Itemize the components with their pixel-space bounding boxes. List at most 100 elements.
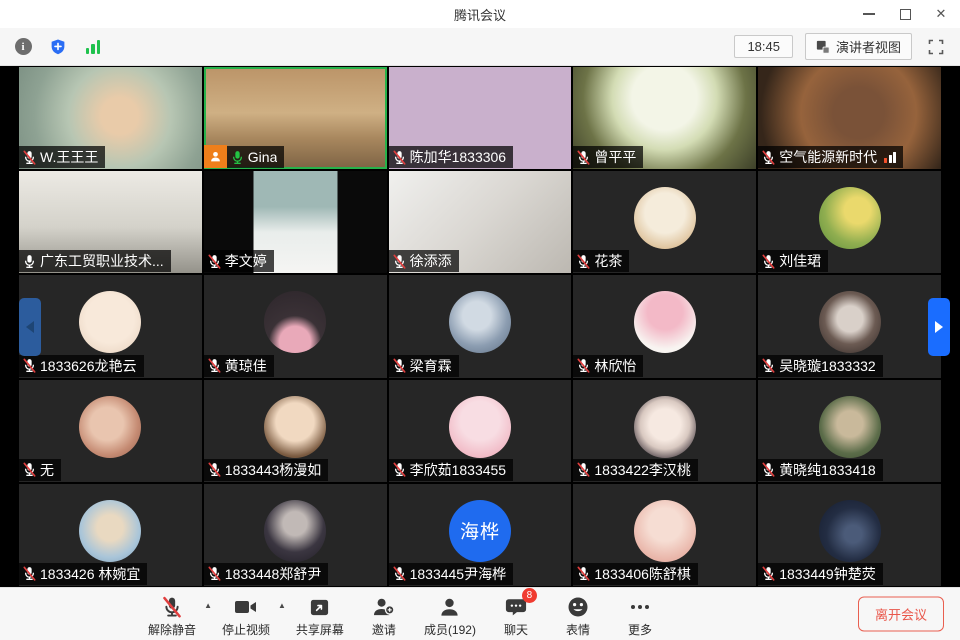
participant-tile[interactable]: 吴晓璇1833332 [758, 275, 941, 377]
speaker-view-label: 演讲者视图 [836, 37, 901, 56]
mic-muted-icon [761, 254, 776, 269]
participant-name: 花茶 [594, 251, 622, 271]
participant-tile[interactable]: 李文婷 [204, 171, 387, 273]
participant-name-label: 黄琼佳 [204, 355, 274, 377]
participant-tile[interactable]: 1833406陈舒棋 [573, 484, 756, 586]
mic-muted-icon [392, 254, 407, 269]
participant-name: 无 [40, 460, 54, 480]
meeting-duration: 18:45 [734, 35, 793, 58]
participant-avatar [264, 291, 326, 353]
participant-tile[interactable]: 1833449钟楚荧 [758, 484, 941, 586]
fullscreen-icon [928, 39, 944, 55]
info-icon: i [15, 38, 32, 55]
participant-tile[interactable]: 李欣茹1833455 [389, 380, 572, 482]
participant-name: 1833448郑舒尹 [225, 564, 322, 584]
participant-tile[interactable]: 空气能源新时代 [758, 67, 941, 169]
participant-tile[interactable]: 1833448郑舒尹 [204, 484, 387, 586]
participant-tile[interactable]: Gina [204, 67, 387, 169]
participant-name: 1833426 林婉宜 [40, 564, 140, 584]
participant-tile[interactable]: 黄晓纯1833418 [758, 380, 941, 482]
emoji-button[interactable]: 表情 [556, 595, 600, 638]
participant-tile[interactable]: 林欣怡 [573, 275, 756, 377]
participant-name-label: 徐添添 [389, 250, 459, 272]
mic-muted-icon [207, 254, 222, 269]
close-icon: ✕ [936, 6, 947, 22]
participant-name: W.王王王 [40, 147, 98, 167]
participant-name: 刘佳珺 [779, 251, 821, 271]
participant-name: 陈加华1833306 [410, 147, 507, 167]
chat-button[interactable]: 8聊天 [494, 595, 538, 638]
participant-name-label: 1833406陈舒棋 [573, 563, 698, 585]
mic-muted-icon [22, 150, 37, 165]
participant-tile[interactable]: 1833443杨漫如 [204, 380, 387, 482]
mic-muted-icon [392, 150, 407, 165]
participant-name-label: 刘佳珺 [758, 250, 828, 272]
person-icon [439, 595, 460, 619]
participant-tile[interactable]: W.王王王 [19, 67, 202, 169]
chevron-left-icon [26, 321, 34, 333]
participant-name: 徐添添 [410, 251, 452, 271]
leave-meeting-button[interactable]: 离开会议 [858, 597, 944, 632]
participant-name: 林欣怡 [594, 356, 636, 376]
mic-muted-icon [761, 150, 776, 165]
participant-tile[interactable]: 1833422李汉桃 [573, 380, 756, 482]
mic-muted-icon [761, 566, 776, 581]
participant-name-label: 吴晓璇1833332 [758, 355, 883, 377]
participant-tile[interactable]: 梁育霖 [389, 275, 572, 377]
network-quality-button[interactable] [82, 36, 104, 58]
participant-name: 曾平平 [594, 147, 636, 167]
participant-tile[interactable]: 1833626龙艳云 [19, 275, 202, 377]
stop-video-button[interactable]: 停止视频 [222, 595, 270, 638]
minimize-button[interactable] [856, 3, 882, 25]
participant-tile[interactable]: 海桦1833445尹海桦 [389, 484, 572, 586]
participant-name: 1833406陈舒棋 [594, 564, 691, 584]
participant-tile[interactable]: 1833426 林婉宜 [19, 484, 202, 586]
participant-avatar [819, 500, 881, 562]
share-screen-button[interactable]: 共享屏幕 [296, 595, 344, 638]
members-button[interactable]: 成员(192) [424, 595, 476, 638]
person-add-icon [372, 595, 395, 619]
participant-name-label: Gina [227, 146, 285, 168]
participant-tile[interactable]: 广东工贸职业技术... [19, 171, 202, 273]
participant-avatar [634, 500, 696, 562]
mic-muted-icon [576, 462, 591, 477]
speaker-view-button[interactable]: 演讲者视图 [805, 33, 912, 60]
participant-name: 李欣茹1833455 [410, 460, 507, 480]
invite-button[interactable]: 邀请 [362, 595, 406, 638]
participant-tile[interactable]: 陈加华1833306 [389, 67, 572, 169]
participant-name: 1833422李汉桃 [594, 460, 691, 480]
unmute-options-arrow[interactable]: ▲ [204, 601, 212, 610]
participant-avatar [449, 291, 511, 353]
participant-name: 李文婷 [225, 251, 267, 271]
participant-tile[interactable]: 黄琼佳 [204, 275, 387, 377]
mic-muted-icon [761, 358, 776, 373]
window-title: 腾讯会议 [0, 5, 960, 24]
maximize-button[interactable] [892, 3, 918, 25]
unmute-button[interactable]: 解除静音 [148, 595, 196, 638]
video-grid-area: W.王王王 Gina 陈加华1833306 曾平平 空气能源新时代广东工贸职业技术...… [0, 66, 960, 587]
participant-initial-avatar: 海桦 [449, 500, 511, 562]
participant-tile[interactable]: 徐添添 [389, 171, 572, 273]
stop-video-options-arrow[interactable]: ▲ [278, 601, 286, 610]
close-button[interactable]: ✕ [928, 3, 954, 25]
next-page-button[interactable] [928, 298, 950, 356]
participant-tile[interactable]: 曾平平 [573, 67, 756, 169]
control-button-label: 成员(192) [424, 621, 476, 638]
camera-icon [234, 595, 258, 619]
participant-tile[interactable]: 无 [19, 380, 202, 482]
prev-page-button[interactable] [19, 298, 41, 356]
mic-muted-icon [161, 595, 183, 619]
meeting-info-button[interactable]: i [12, 36, 34, 58]
participant-name: 空气能源新时代 [779, 147, 877, 167]
participant-name: 广东工贸职业技术... [40, 251, 164, 271]
participant-avatar [634, 291, 696, 353]
more-button[interactable]: 更多 [618, 595, 662, 638]
participant-tile[interactable]: 花茶 [573, 171, 756, 273]
participant-avatar [264, 500, 326, 562]
control-bar: 解除静音 ▲ 停止视频 ▲ 共享屏幕邀请成员(192) 8聊天表情更多 离开会议 [0, 587, 960, 640]
meeting-security-button[interactable] [47, 36, 69, 58]
participant-tile[interactable]: 刘佳珺 [758, 171, 941, 273]
participant-name-label: 空气能源新时代 [758, 146, 903, 168]
fullscreen-button[interactable] [924, 35, 948, 59]
chat-icon: 8 [505, 595, 527, 619]
